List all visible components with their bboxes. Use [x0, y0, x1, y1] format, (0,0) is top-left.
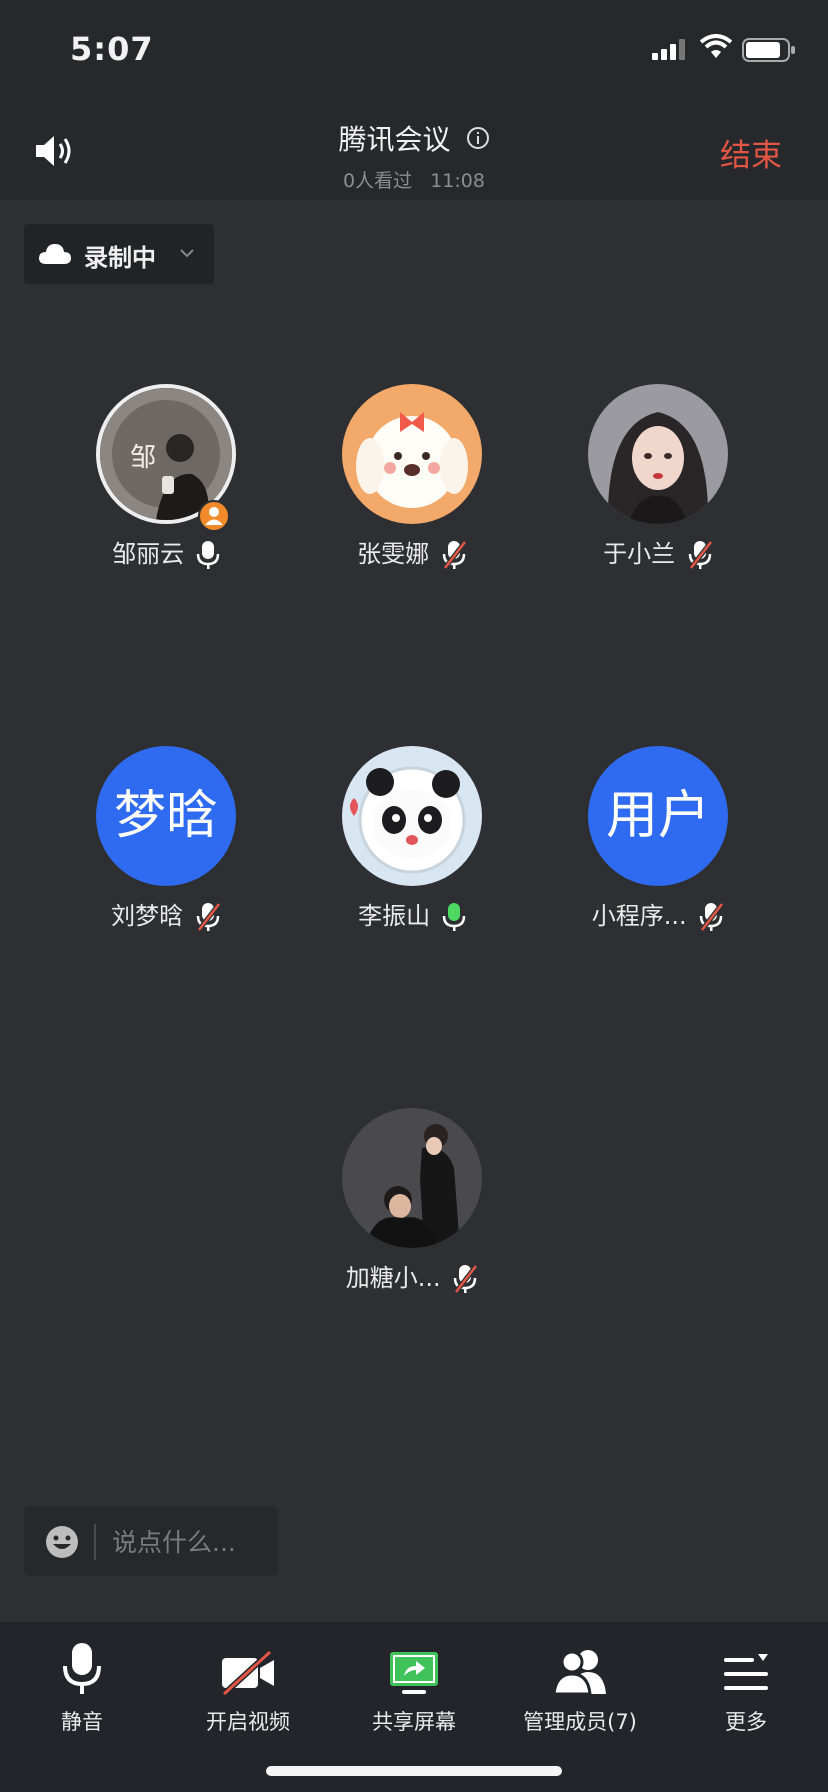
- more-button[interactable]: 更多: [666, 1638, 826, 1738]
- divider: [94, 1524, 96, 1560]
- info-icon[interactable]: [466, 126, 490, 150]
- participant-tile[interactable]: 于小兰: [538, 384, 778, 570]
- meeting-title: 腾讯会议: [338, 123, 451, 156]
- recording-badge[interactable]: 录制中: [24, 224, 214, 284]
- avatar: [588, 384, 728, 524]
- more-label: 更多: [725, 1710, 767, 1734]
- participant-tile[interactable]: 张雯娜: [292, 384, 532, 570]
- cellular-signal-icon: [652, 39, 685, 60]
- video-off-icon: [221, 1650, 274, 1696]
- meeting-duration: 11:08: [430, 170, 485, 192]
- microphone-icon: [63, 1643, 101, 1694]
- manage-members-label: 管理成员(7): [523, 1710, 637, 1734]
- mute-label: 静音: [61, 1710, 103, 1734]
- manage-members-button[interactable]: 管理成员(7): [500, 1638, 660, 1738]
- mic-speaking-icon: [442, 903, 466, 931]
- meeting-subtitle: 0人看过 11:08: [0, 166, 828, 193]
- chat-input[interactable]: [110, 1522, 274, 1562]
- participant-tile[interactable]: 李振山: [292, 746, 532, 931]
- mic-muted-icon: [196, 902, 221, 932]
- start-video-label: 开启视频: [206, 1710, 290, 1734]
- menu-icon: [724, 1654, 768, 1690]
- start-video-button[interactable]: 开启视频: [168, 1638, 328, 1738]
- participant-name: 小程序...: [591, 902, 687, 930]
- share-screen-icon: [390, 1652, 438, 1694]
- home-indicator[interactable]: [266, 1766, 562, 1776]
- wifi-icon: [700, 34, 732, 58]
- mute-button[interactable]: 静音: [2, 1638, 162, 1738]
- participant-tile[interactable]: 用户 小程序...: [538, 746, 778, 932]
- viewer-count: 0人看过: [343, 170, 413, 192]
- avatar-text: 用户: [588, 746, 728, 886]
- participant-tile[interactable]: 梦晗 刘梦晗: [46, 746, 286, 932]
- mic-muted-icon: [454, 1264, 479, 1294]
- status-bar: 5:07: [0, 0, 828, 100]
- avatar: [342, 384, 482, 524]
- title-group[interactable]: 腾讯会议: [0, 118, 828, 158]
- mic-muted-icon: [688, 540, 713, 570]
- participant-tile[interactable]: 邹 邹丽云: [46, 384, 286, 569]
- end-meeting-button[interactable]: 结束: [720, 130, 782, 175]
- participant-name-row: 李振山: [292, 896, 532, 932]
- chevron-down-icon: [180, 249, 194, 258]
- participant-tile[interactable]: 加糖小...: [292, 1108, 532, 1294]
- chat-bar: [24, 1506, 278, 1576]
- status-time: 5:07: [70, 30, 154, 68]
- participant-name-row: 邹丽云: [46, 534, 286, 570]
- share-screen-button[interactable]: 共享屏幕: [334, 1638, 494, 1738]
- share-screen-label: 共享屏幕: [372, 1710, 456, 1734]
- participant-name: 于小兰: [603, 540, 676, 568]
- participant-name-row: 小程序...: [538, 896, 778, 932]
- participant-name: 邹丽云: [112, 540, 185, 568]
- meeting-header: 腾讯会议 0人看过 11:08 结束: [0, 100, 828, 200]
- mic-muted-icon: [700, 902, 725, 932]
- participant-name: 李振山: [358, 902, 431, 930]
- participant-name: 加糖小...: [345, 1264, 441, 1292]
- battery-icon: [742, 38, 795, 62]
- emoji-icon[interactable]: [44, 1524, 80, 1560]
- svg-text:邹: 邹: [130, 443, 156, 473]
- members-icon: [552, 1650, 606, 1696]
- participant-name-row: 刘梦晗: [46, 896, 286, 932]
- avatar: [342, 1108, 482, 1248]
- mic-muted-icon: [442, 540, 467, 570]
- avatar-text: 梦晗: [96, 746, 236, 886]
- participant-name-row: 于小兰: [538, 534, 778, 570]
- recording-label: 录制中: [84, 244, 156, 272]
- mic-on-icon: [196, 541, 220, 569]
- participant-name: 刘梦晗: [111, 902, 184, 930]
- host-badge: [198, 500, 230, 532]
- avatar: [342, 746, 482, 886]
- participant-name-row: 张雯娜: [292, 534, 532, 570]
- cloud-icon: [39, 244, 71, 264]
- participant-name: 张雯娜: [357, 540, 430, 568]
- participant-name-row: 加糖小...: [292, 1258, 532, 1294]
